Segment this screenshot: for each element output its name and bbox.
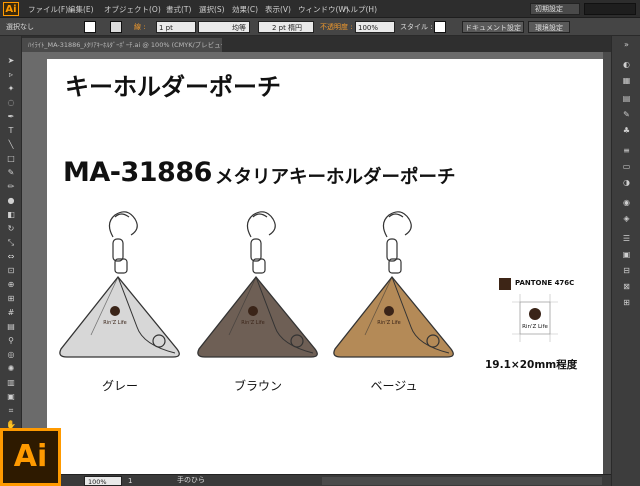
fill-swatch[interactable] (84, 21, 96, 33)
artboard-heading: キーホルダーポーチ (65, 72, 281, 101)
opacity-label[interactable]: 不透明度 : (320, 21, 353, 33)
current-tool-status: 手のひら (177, 476, 205, 484)
vertical-scrollbar[interactable] (603, 52, 611, 474)
swatches-panel-icon[interactable]: ▤ (621, 94, 632, 103)
shape-builder-tool-icon[interactable]: ⊕ (6, 280, 16, 290)
selection-tool-icon[interactable]: ➤ (6, 56, 16, 66)
artboard-number[interactable]: 1 (128, 476, 132, 486)
appearance-panel-icon[interactable]: ◉ (621, 198, 632, 207)
style-swatch[interactable] (434, 21, 446, 33)
slice-tool-icon[interactable]: ⌗ (6, 406, 16, 416)
workspace-switcher[interactable]: 初期設定 (530, 3, 580, 15)
mesh-tool-icon[interactable]: # (6, 308, 16, 318)
logo-text: Rin'Z Life (241, 320, 264, 326)
menu-window[interactable]: ウィンドウ(W) (298, 4, 349, 15)
pen-tool-icon[interactable]: ✒ (6, 112, 16, 122)
graphic-styles-panel-icon[interactable]: ◈ (621, 214, 632, 223)
stroke-profile-select[interactable]: 均等 (198, 21, 250, 33)
rectangle-tool-icon[interactable]: □ (6, 154, 16, 164)
artboards-panel-icon[interactable]: ▣ (621, 250, 632, 259)
menu-type[interactable]: 書式(T) (166, 4, 191, 15)
menu-effect[interactable]: 効果(C) (232, 4, 258, 15)
color-guide-icon[interactable]: ▦ (621, 76, 632, 85)
transform-panel-icon[interactable]: ⊞ (621, 298, 632, 307)
document-settings-button[interactable]: ドキュメント設定 (462, 21, 524, 33)
direct-selection-tool-icon[interactable]: ▹ (6, 70, 16, 80)
stroke-label[interactable]: 線 : (134, 21, 146, 33)
document-tab-bar: ﾊｲﾗｲﾄ_MA-31886_ﾒﾀﾘｱｷｰﾎﾙﾀﾞｰﾎﾟｰﾁ.ai @ 100%… (22, 36, 611, 52)
stroke-swatch[interactable] (110, 21, 122, 33)
pouch-gray-illustration: Rin'Z Life (59, 211, 180, 358)
artboard-tool-icon[interactable]: ▣ (6, 392, 16, 402)
rotate-tool-icon[interactable]: ↻ (6, 224, 16, 234)
brush-select[interactable]: 2 pt 楕円 (258, 21, 314, 33)
horizontal-scrollbar[interactable] (322, 477, 602, 485)
menu-view[interactable]: 表示(V) (265, 4, 291, 15)
perspective-grid-tool-icon[interactable]: ⊞ (6, 294, 16, 304)
gradient-panel-icon[interactable]: ▭ (621, 162, 632, 171)
collapse-icon[interactable]: » (621, 40, 632, 49)
variant-label-brown: ブラウン (233, 379, 282, 393)
zoom-field[interactable]: 100% (84, 476, 122, 486)
app-logo: Ai (3, 2, 19, 16)
stroke-weight-field[interactable]: 1 pt (156, 21, 196, 33)
menu-help[interactable]: ヘルプ(H) (343, 4, 377, 15)
logo-proof-grid: Rin'Z Life (512, 294, 558, 342)
align-panel-icon[interactable]: ⊟ (621, 266, 632, 275)
menu-file[interactable]: ファイル(F) (28, 4, 68, 15)
gradient-tool-icon[interactable]: ▤ (6, 322, 16, 332)
stroke-panel-icon[interactable]: ≡ (621, 146, 632, 155)
selection-status: 選択なし (6, 23, 34, 31)
tools-panel: ➤ ▹ ✦ ◌ ✒ T ╲ □ ✎ ✏ ● ◧ ↻ ⤡ ⇔ ⊡ ⊕ ⊞ # ▤ … (0, 36, 22, 436)
status-bar: 100% 1 手のひら (22, 474, 611, 486)
opacity-field[interactable]: 100% (355, 21, 395, 33)
logo-proof-text: Rin'Z Life (522, 324, 548, 330)
variant-label-beige: ベージュ (370, 379, 418, 393)
width-tool-icon[interactable]: ⇔ (6, 252, 16, 262)
pouch-brown-illustration: Rin'Z Life (197, 211, 318, 358)
search-field[interactable] (584, 3, 636, 15)
preferences-button[interactable]: 環境設定 (528, 21, 570, 33)
graph-tool-icon[interactable]: ▥ (6, 378, 16, 388)
menu-edit[interactable]: 編集(E) (68, 4, 94, 15)
style-label: スタイル : (400, 23, 433, 31)
eraser-tool-icon[interactable]: ◧ (6, 210, 16, 220)
logo-text: Rin'Z Life (377, 320, 400, 326)
canvas-area[interactable]: キーホルダーポーチ MA-31886 メタリアキーホルダーポーチ Rin'Z L… (22, 52, 614, 474)
eyedropper-tool-icon[interactable]: ⚲ (6, 336, 16, 346)
blend-tool-icon[interactable]: ◎ (6, 350, 16, 360)
illustrator-logo: Ai (0, 428, 61, 486)
paintbrush-tool-icon[interactable]: ✎ (6, 168, 16, 178)
product-name: メタリアキーホルダーポーチ (215, 167, 456, 188)
pantone-label: PANTONE 476C (515, 279, 575, 287)
type-tool-icon[interactable]: T (6, 126, 16, 136)
brushes-panel-icon[interactable]: ✎ (621, 110, 632, 119)
pencil-tool-icon[interactable]: ✏ (6, 182, 16, 192)
pantone-color-chip (499, 278, 511, 290)
symbols-panel-icon[interactable]: ♣ (621, 126, 632, 135)
menu-bar: Ai ファイル(F) 編集(E) オブジェクト(O) 書式(T) 選択(S) 効… (0, 0, 640, 18)
logo-text: Rin'Z Life (103, 320, 126, 326)
free-transform-tool-icon[interactable]: ⊡ (6, 266, 16, 276)
model-number: MA-31886 (63, 157, 212, 188)
logo-size-note: 19.1×20mm程度 (485, 359, 578, 371)
control-bar: 選択なし 線 : 1 pt 均等 2 pt 楕円 不透明度 : 100% スタイ… (0, 18, 640, 36)
blob-brush-tool-icon[interactable]: ● (6, 196, 16, 206)
menu-object[interactable]: オブジェクト(O) (104, 4, 161, 15)
menu-select[interactable]: 選択(S) (199, 4, 225, 15)
line-tool-icon[interactable]: ╲ (6, 140, 16, 150)
layers-panel-icon[interactable]: ☰ (621, 234, 632, 243)
pathfinder-panel-icon[interactable]: ⊠ (621, 282, 632, 291)
scale-tool-icon[interactable]: ⤡ (6, 238, 16, 248)
magic-wand-tool-icon[interactable]: ✦ (6, 84, 16, 94)
lasso-tool-icon[interactable]: ◌ (6, 98, 16, 108)
artboard[interactable]: キーホルダーポーチ MA-31886 メタリアキーホルダーポーチ Rin'Z L… (47, 59, 614, 474)
panel-dock: » ◐ ▦ ▤ ✎ ♣ ≡ ▭ ◑ ◉ ◈ ☰ ▣ ⊟ ⊠ ⊞ (611, 36, 640, 486)
transparency-panel-icon[interactable]: ◑ (621, 178, 632, 187)
document-tab[interactable]: ﾊｲﾗｲﾄ_MA-31886_ﾒﾀﾘｱｷｰﾎﾙﾀﾞｰﾎﾟｰﾁ.ai @ 100%… (22, 38, 222, 52)
symbol-sprayer-tool-icon[interactable]: ✺ (6, 364, 16, 374)
variant-label-gray: グレー (101, 379, 138, 393)
color-panel-icon[interactable]: ◐ (621, 60, 632, 69)
pouch-beige-illustration: Rin'Z Life (333, 211, 454, 358)
